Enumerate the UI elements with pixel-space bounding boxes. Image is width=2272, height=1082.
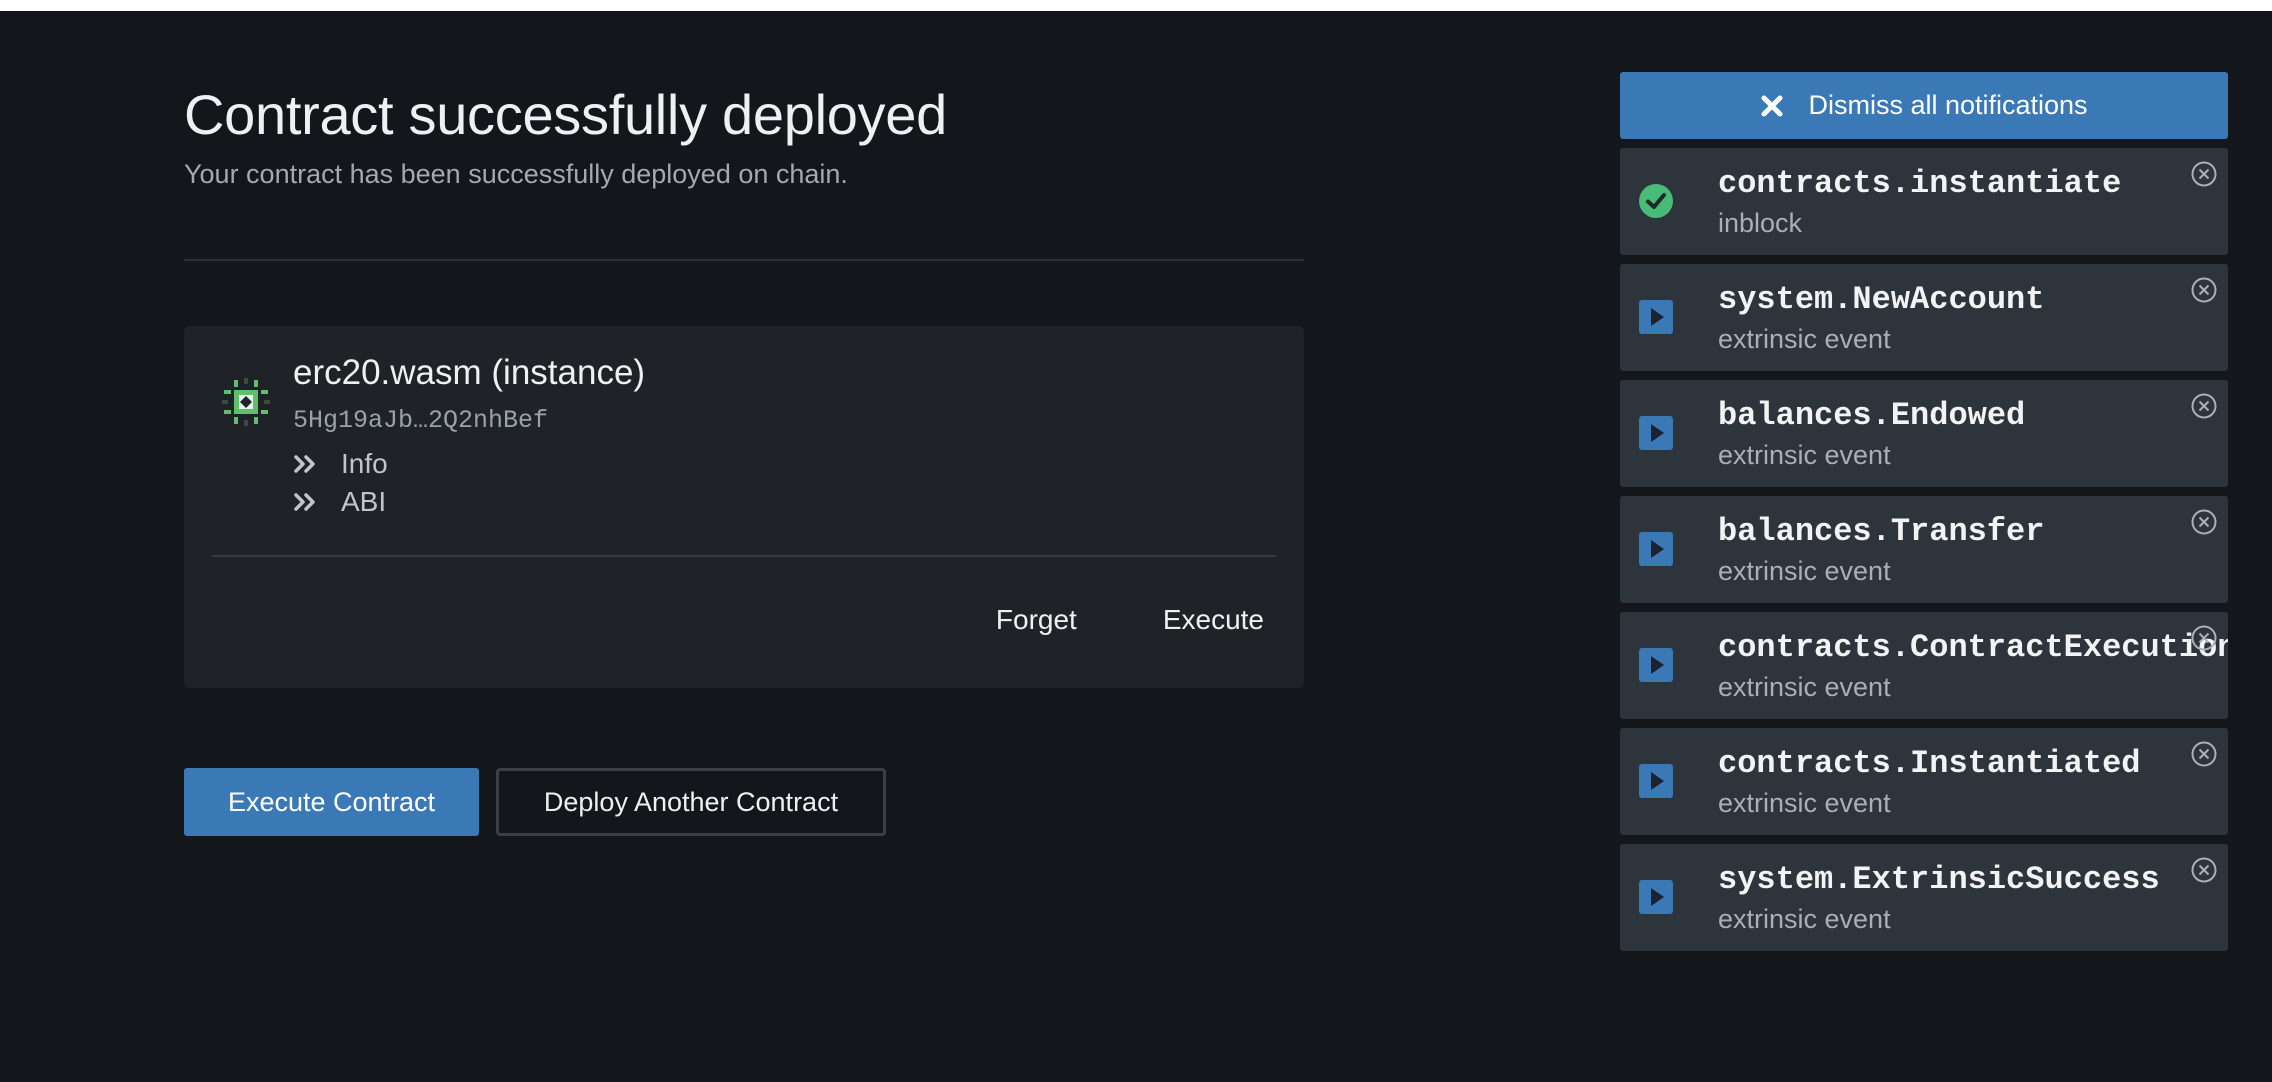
deploy-another-contract-button[interactable]: Deploy Another Contract: [496, 768, 886, 836]
notification-title: balances.Transfer: [1718, 513, 2045, 550]
double-chevron-right-icon: [294, 455, 315, 473]
play-square-icon: [1639, 300, 1673, 334]
notification-status: extrinsic event: [1718, 324, 1891, 354]
forget-button[interactable]: Forget: [996, 604, 1077, 636]
play-square-icon: [1639, 764, 1673, 798]
close-circle-icon[interactable]: [2190, 624, 2218, 652]
play-square-icon: [1639, 416, 1673, 450]
notification-title: balances.Endowed: [1718, 397, 2026, 434]
notification-item: system.NewAccount extrinsic event: [1620, 264, 2228, 371]
card-actions: Forget Execute: [996, 604, 1264, 636]
notification-item: system.ExtrinsicSuccess extrinsic event: [1620, 844, 2228, 951]
notification-status: extrinsic event: [1718, 440, 1891, 470]
dismiss-all-notifications-button[interactable]: Dismiss all notifications: [1620, 72, 2228, 139]
contract-identicon-icon: [222, 378, 270, 426]
abi-label: ABI: [341, 486, 387, 517]
notification-item: contracts.ContractExecution extrinsic ev…: [1620, 612, 2228, 719]
play-square-icon: [1639, 532, 1673, 566]
contract-address[interactable]: 5Hg19aJb…2Q2nhBef: [293, 404, 548, 438]
notification-title: contracts.Instantiated: [1718, 745, 2141, 782]
top-edge-bar: [0, 0, 2272, 11]
notification-status: extrinsic event: [1718, 556, 1891, 586]
notification-title: system.ExtrinsicSuccess: [1718, 861, 2160, 898]
dismiss-all-label: Dismiss all notifications: [1808, 90, 2088, 120]
info-label: Info: [341, 448, 388, 479]
contract-name: erc20.wasm (instance): [293, 353, 646, 392]
check-circle-icon: [1639, 184, 1673, 218]
close-circle-icon[interactable]: [2190, 508, 2218, 536]
notification-item: balances.Endowed extrinsic event: [1620, 380, 2228, 487]
notification-title: contracts.ContractExecution: [1718, 629, 2228, 666]
bottom-actions: Execute Contract Deploy Another Contract: [184, 768, 886, 836]
notification-status: extrinsic event: [1718, 904, 1891, 934]
notification-status: extrinsic event: [1718, 672, 1891, 702]
close-icon: [1761, 95, 1783, 116]
close-circle-icon[interactable]: [2190, 276, 2218, 304]
close-circle-icon[interactable]: [2190, 856, 2218, 884]
notification-title: system.NewAccount: [1718, 281, 2045, 318]
close-circle-icon[interactable]: [2190, 160, 2218, 188]
execute-button[interactable]: Execute: [1163, 604, 1264, 636]
close-circle-icon[interactable]: [2190, 740, 2218, 768]
notification-item: contracts.instantiate inblock: [1620, 148, 2228, 255]
execute-contract-button[interactable]: Execute Contract: [184, 768, 479, 836]
close-circle-icon[interactable]: [2190, 392, 2218, 420]
notification-status: inblock: [1718, 208, 1803, 238]
double-chevron-right-icon: [294, 493, 315, 511]
notifications-panel: Dismiss all notifications contracts.inst…: [1620, 72, 2228, 951]
page-subtitle: Your contract has been successfully depl…: [184, 159, 848, 189]
header-divider: [184, 259, 1304, 261]
page-title: Contract successfully deployed: [184, 83, 947, 146]
info-expander[interactable]: Info: [293, 446, 388, 482]
notification-item: balances.Transfer extrinsic event: [1620, 496, 2228, 603]
notification-title: contracts.instantiate: [1718, 165, 2122, 202]
contract-card: erc20.wasm (instance) 5Hg19aJb…2Q2nhBef …: [184, 326, 1304, 688]
play-square-icon: [1639, 648, 1673, 682]
abi-expander[interactable]: ABI: [293, 484, 386, 520]
notification-status: extrinsic event: [1718, 788, 1891, 818]
main-content: Contract successfully deployed Your cont…: [184, 80, 1304, 836]
notification-item: contracts.Instantiated extrinsic event: [1620, 728, 2228, 835]
card-divider: [212, 555, 1276, 557]
play-square-icon: [1639, 880, 1673, 914]
